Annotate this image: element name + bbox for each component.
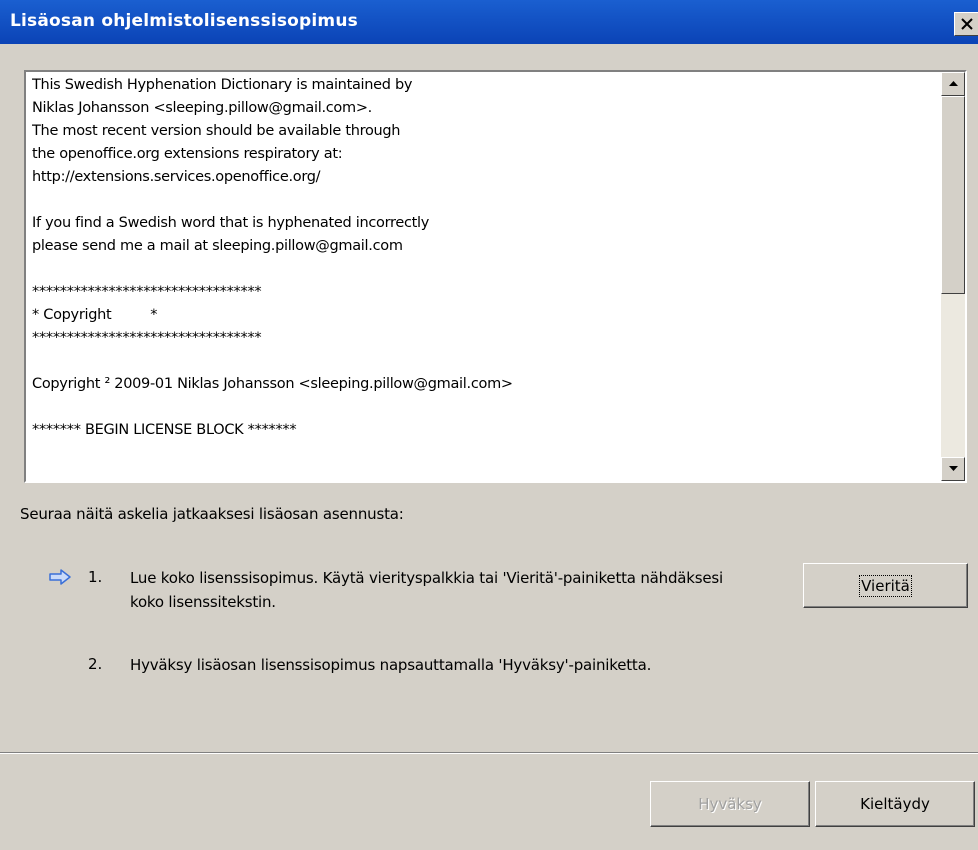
license-dialog: Lisäosan ohjelmistolisenssisopimus This …	[0, 0, 978, 850]
license-line: *********************************	[32, 284, 262, 300]
license-line: Copyright ² 2009-01 Niklas Johansson <sl…	[32, 376, 513, 392]
vertical-scrollbar[interactable]	[941, 72, 965, 481]
step-2-number: 2.	[88, 655, 103, 673]
decline-button[interactable]: Kieltäydy	[815, 781, 975, 827]
window-title: Lisäosan ohjelmistolisenssisopimus	[10, 11, 358, 31]
close-icon	[961, 18, 973, 30]
license-line: If you find a Swedish word that is hyphe…	[32, 215, 430, 231]
license-line: This Swedish Hyphenation Dictionary is m…	[32, 77, 413, 93]
accept-button[interactable]: Hyväksy	[650, 781, 810, 827]
close-button[interactable]	[954, 12, 978, 36]
license-line	[32, 189, 932, 212]
license-line: the openoffice.org extensions respirator…	[32, 146, 343, 162]
decline-button-label: Kieltäydy	[860, 795, 930, 813]
scrollbar-thumb[interactable]	[941, 96, 965, 294]
title-bar[interactable]: Lisäosan ohjelmistolisenssisopimus	[0, 0, 978, 44]
footer-separator	[0, 752, 978, 754]
license-line: please send me a mail at sleeping.pillow…	[32, 238, 403, 254]
scroll-button[interactable]: Vieritä	[803, 563, 968, 608]
step-2-text: Hyväksy lisäosan lisenssisopimus napsaut…	[130, 656, 652, 674]
license-line	[32, 258, 932, 281]
license-line	[32, 396, 932, 419]
license-line: Niklas Johansson <sleeping.pillow@gmail.…	[32, 100, 372, 116]
accept-button-label: Hyväksy	[698, 795, 762, 813]
step-1-text: Lue koko lisenssisopimus. Käytä vieritys…	[130, 566, 723, 614]
license-text: This Swedish Hyphenation Dictionary is m…	[32, 74, 932, 479]
step-1-line-1: Lue koko lisenssisopimus. Käytä vieritys…	[130, 569, 723, 587]
instructions-heading: Seuraa näitä askelia jatkaaksesi lisäosa…	[20, 505, 404, 523]
arrow-down-icon	[949, 466, 958, 471]
right-arrow-icon	[49, 569, 71, 585]
license-line	[32, 350, 932, 373]
step-1-line-2: koko lisenssitekstin.	[130, 593, 276, 611]
scroll-up-button[interactable]	[941, 72, 965, 96]
license-line: The most recent version should be availa…	[32, 123, 401, 139]
license-line: ******* BEGIN LICENSE BLOCK *******	[32, 422, 297, 438]
scroll-button-label: Vieritä	[859, 574, 912, 597]
license-line: * Copyright *	[32, 307, 158, 323]
license-line: http://extensions.services.openoffice.or…	[32, 169, 321, 185]
scroll-down-button[interactable]	[941, 457, 965, 481]
step-1-number: 1.	[88, 568, 103, 586]
license-text-area[interactable]: This Swedish Hyphenation Dictionary is m…	[24, 70, 967, 483]
license-line: *********************************	[32, 330, 262, 346]
arrow-up-icon	[949, 81, 958, 86]
